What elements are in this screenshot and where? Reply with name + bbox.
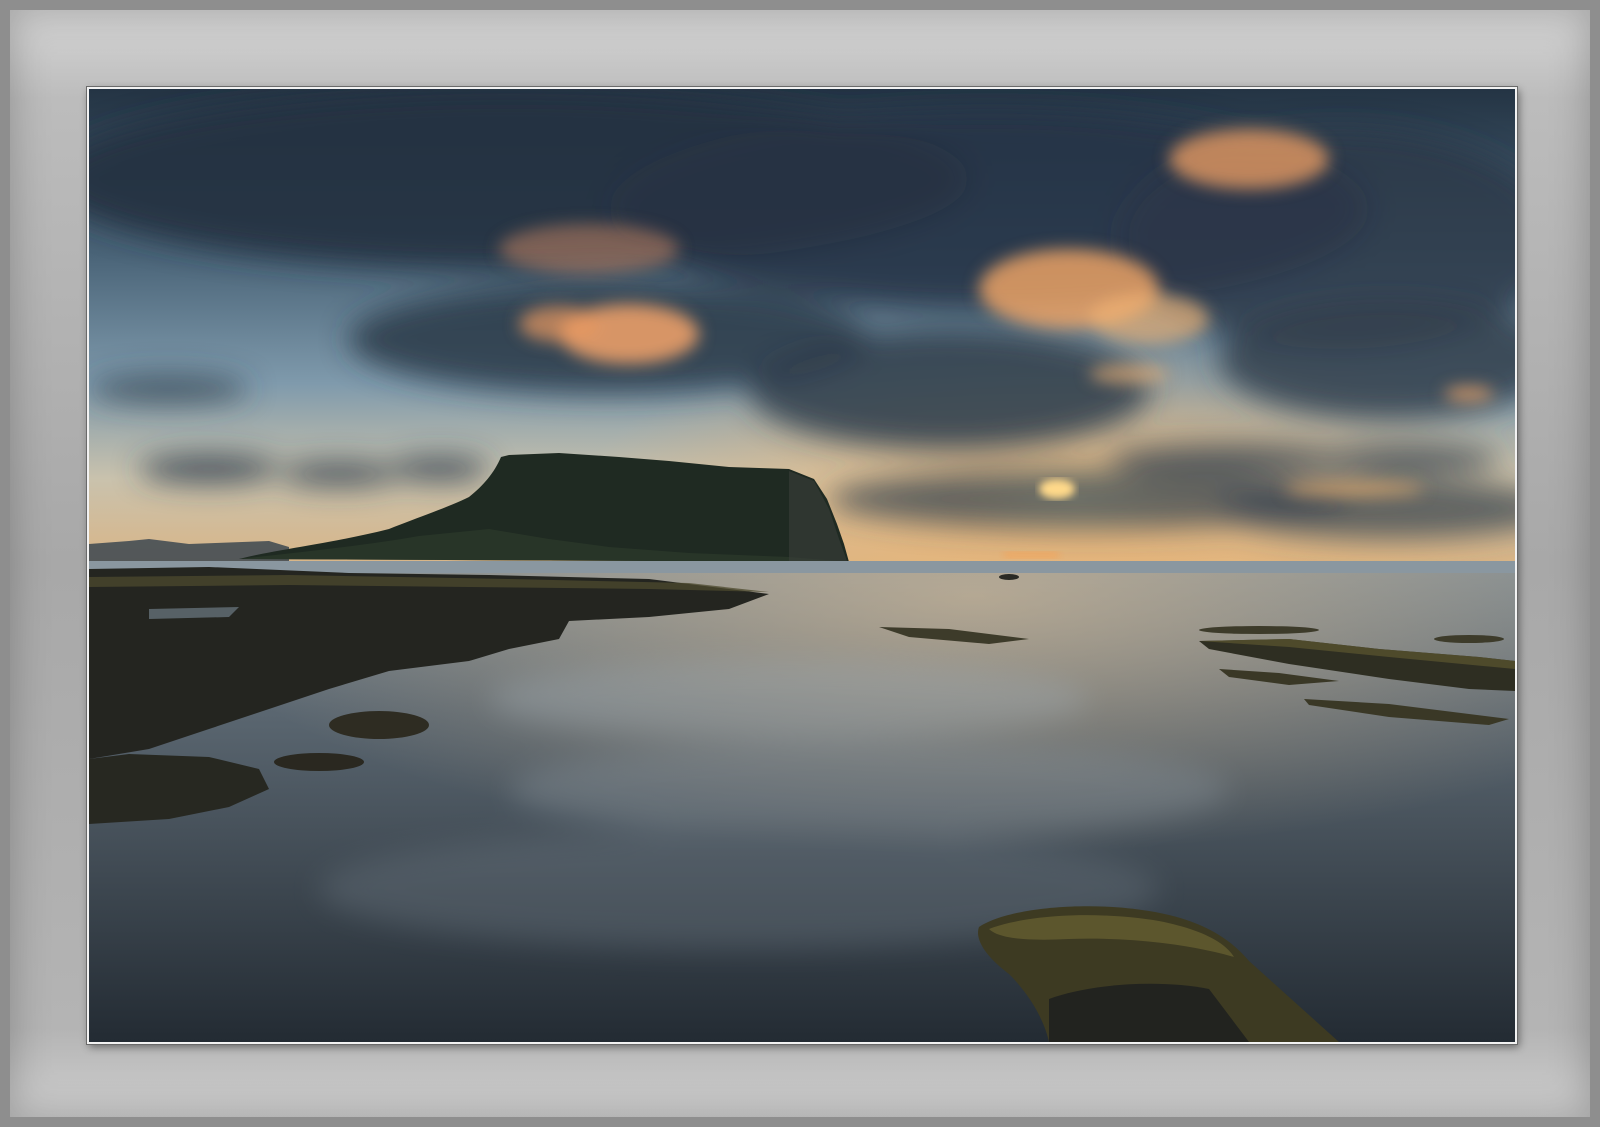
distant-rock xyxy=(999,574,1019,580)
mid-rock xyxy=(1434,635,1504,643)
mid-rock xyxy=(1199,626,1319,634)
seascape-photo xyxy=(89,89,1515,1042)
horizon-glow xyxy=(1004,552,1059,558)
small-rock xyxy=(329,711,429,739)
small-rock xyxy=(274,753,364,771)
framed-photo xyxy=(87,87,1517,1044)
sun xyxy=(1039,479,1075,499)
